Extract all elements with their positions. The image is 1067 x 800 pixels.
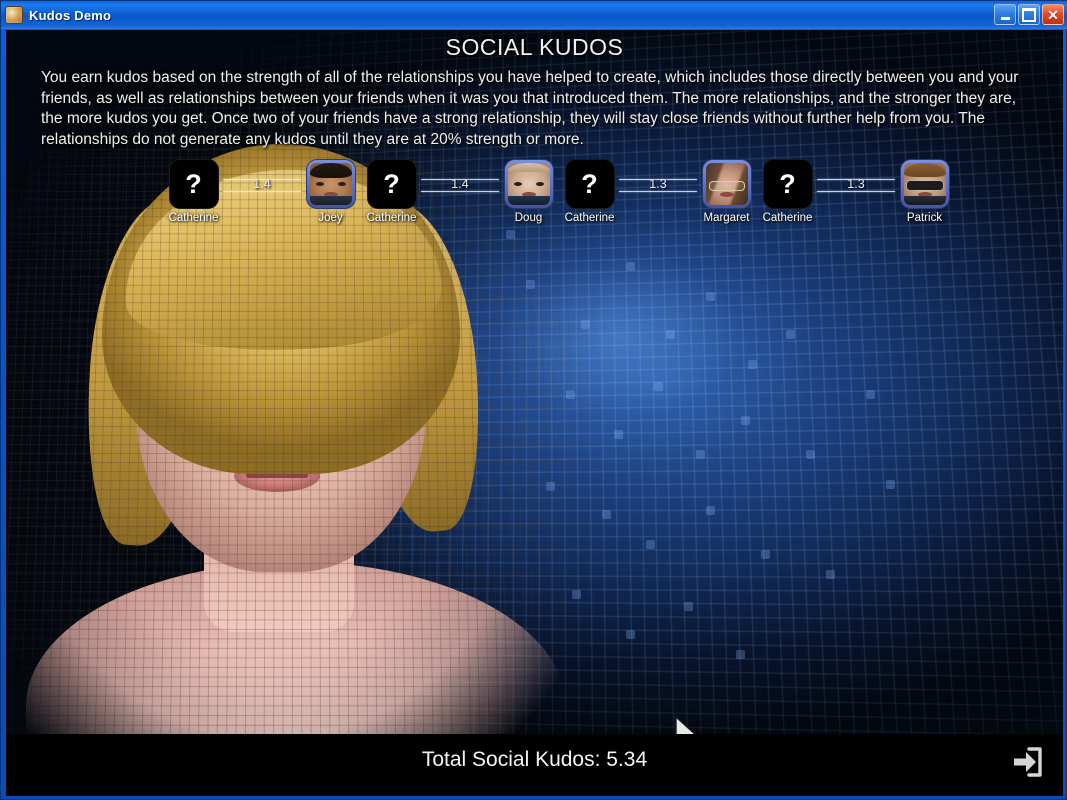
- window-title: Kudos Demo: [29, 7, 112, 23]
- total-social-kudos-label: Total Social Kudos: 5.34: [421, 748, 648, 771]
- avatar-face-margaret: [705, 163, 748, 205]
- unknown-portrait-icon: ?: [168, 159, 219, 209]
- friend-avatar: [305, 159, 356, 209]
- app-icon: [5, 6, 23, 24]
- avatar-eyes: [513, 181, 544, 187]
- friend-avatar: [701, 159, 752, 209]
- footer-bar: Total Social Kudos: 5.34: [6, 734, 1063, 796]
- relationship-link: 1.4: [221, 159, 303, 209]
- link-line-bottom: [223, 191, 301, 192]
- close-button[interactable]: ✕: [1042, 4, 1064, 25]
- window-controls: ✕: [994, 4, 1064, 25]
- relationship-link: 1.3: [617, 159, 699, 209]
- relationship-pair: ? Catherine 1.4: [166, 159, 358, 224]
- relationship-node-right[interactable]: Joey: [303, 159, 358, 224]
- relationship-pair: ? Catherine 1.3: [562, 159, 754, 224]
- node-name-label: Catherine: [762, 212, 813, 224]
- relationship-pair: ? Catherine 1.4: [364, 159, 556, 224]
- friend-avatar: [503, 159, 554, 209]
- relationship-node-left[interactable]: ? Catherine: [760, 159, 815, 224]
- node-name-label: Joey: [318, 212, 343, 224]
- relationship-link: 1.3: [815, 159, 897, 209]
- relationship-pair: ? Catherine 1.3: [760, 159, 952, 224]
- description-text: You earn kudos based on the strength of …: [41, 69, 1019, 148]
- node-name-label: Patrick: [906, 212, 943, 224]
- node-name-label: Catherine: [366, 212, 417, 224]
- relationship-link: 1.4: [419, 159, 501, 209]
- avatar-face-patrick: [903, 163, 946, 205]
- relationship-node-right[interactable]: Patrick: [897, 159, 952, 224]
- avatar-mouth: [719, 191, 734, 197]
- question-mark-icon: ?: [581, 168, 598, 199]
- sunglasses-icon: [906, 180, 943, 190]
- question-mark-icon: ?: [185, 168, 202, 199]
- relationship-score: 1.4: [451, 177, 469, 191]
- application-window: Kudos Demo ✕ SOCIAL KUDOS You earn kudos…: [0, 0, 1067, 800]
- title-bar: Kudos Demo ✕: [1, 1, 1067, 29]
- node-name-label: Margaret: [703, 212, 750, 224]
- link-line-bottom: [421, 191, 499, 192]
- relationship-node-left[interactable]: ? Catherine: [364, 159, 419, 224]
- relationship-score: 1.3: [847, 177, 865, 191]
- relationship-node-right[interactable]: Margaret: [699, 159, 754, 224]
- relationship-node-left[interactable]: ? Catherine: [166, 159, 221, 224]
- game-canvas: SOCIAL KUDOS You earn kudos based on the…: [6, 30, 1063, 796]
- maximize-button[interactable]: [1018, 4, 1040, 25]
- eyeglasses-icon: [708, 180, 745, 191]
- close-icon: ✕: [1047, 6, 1059, 23]
- question-mark-icon: ?: [383, 168, 400, 199]
- node-name-label: Doug: [514, 212, 543, 224]
- unknown-portrait-icon: ?: [366, 159, 417, 209]
- minimize-button[interactable]: [994, 4, 1016, 25]
- unknown-portrait-icon: ?: [762, 159, 813, 209]
- relationship-score: 1.4: [253, 177, 271, 191]
- question-mark-icon: ?: [779, 168, 796, 199]
- relationship-list: ? Catherine 1.4 Joey ? Catherine 1.4 Dou…: [166, 159, 950, 229]
- relationship-node-left[interactable]: ? Catherine: [562, 159, 617, 224]
- relationship-score: 1.3: [649, 177, 667, 191]
- page-title: SOCIAL KUDOS: [445, 34, 624, 60]
- relationship-node-right[interactable]: Doug: [501, 159, 556, 224]
- node-name-label: Catherine: [564, 212, 615, 224]
- unknown-portrait-icon: ?: [564, 159, 615, 209]
- link-line-bottom: [619, 191, 697, 192]
- exit-arrow-icon: [1014, 747, 1042, 777]
- avatar-face-doug: [507, 163, 550, 205]
- avatar-face-joey: [309, 163, 352, 205]
- node-name-label: Catherine: [168, 212, 219, 224]
- friend-avatar: [899, 159, 950, 209]
- continue-button[interactable]: [1005, 742, 1047, 782]
- avatar-eyes: [315, 181, 346, 187]
- link-line-bottom: [817, 191, 895, 192]
